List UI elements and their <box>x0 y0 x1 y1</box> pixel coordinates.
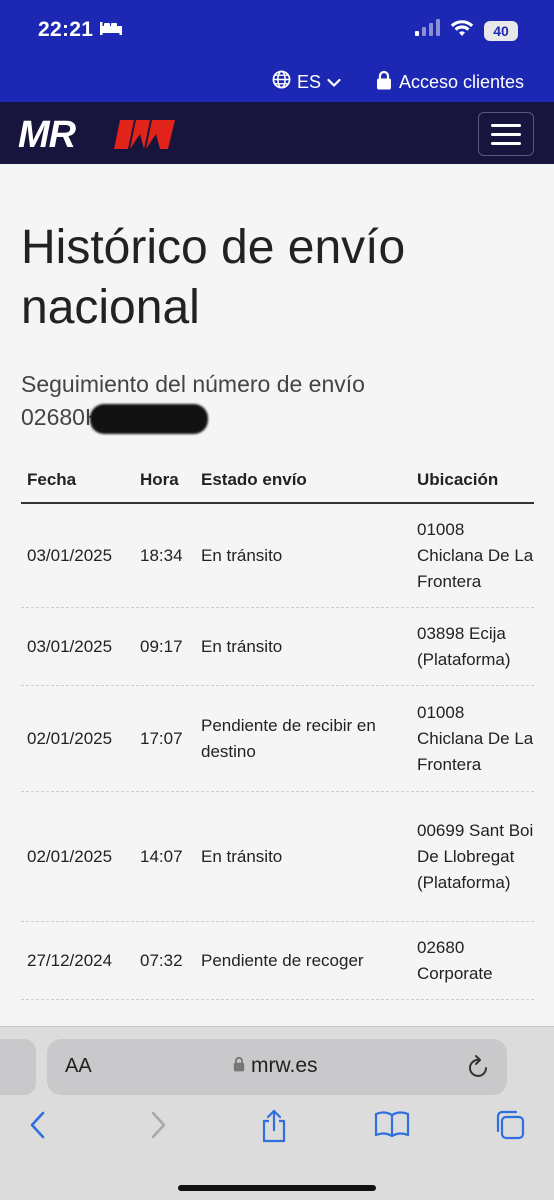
table-header: Fecha Hora Estado envío Ubicación <box>21 458 534 504</box>
header-estado: Estado envío <box>201 470 307 489</box>
cell-ubicacion: 01008 Chiclana De La Frontera <box>417 702 534 774</box>
cell-fecha: 27/12/2024 <box>27 950 113 970</box>
share-icon[interactable] <box>260 1109 288 1148</box>
cell-hora: 07:32 <box>140 950 183 970</box>
bookmarks-icon[interactable] <box>374 1109 410 1144</box>
url-text: mrw.es <box>251 1054 318 1077</box>
cell-ubicacion: 03898 Ecija (Plataforma) <box>417 623 511 669</box>
reload-icon[interactable] <box>467 1054 491 1085</box>
header-fecha: Fecha <box>27 470 77 489</box>
lock-icon <box>376 70 392 95</box>
globe-icon <box>272 70 291 94</box>
client-access-link[interactable]: Acceso clientes <box>376 70 524 95</box>
browser-toolbar <box>0 1109 554 1153</box>
cell-hora: 09:17 <box>140 636 183 656</box>
table-row: 03/01/2025 09:17 En tránsito 03898 Ecija… <box>21 608 534 686</box>
tabs-icon[interactable] <box>494 1109 526 1146</box>
header-hora: Hora <box>140 470 179 489</box>
status-time-group: 22:21 <box>38 18 123 42</box>
cell-estado: Pendiente de recoger <box>201 950 364 970</box>
hamburger-menu-icon[interactable] <box>478 112 534 156</box>
address-bar[interactable]: AA mrw.es <box>47 1039 507 1095</box>
cell-fecha: 02/01/2025 <box>27 846 113 866</box>
url-display[interactable]: mrw.es <box>233 1054 318 1078</box>
tracking-number: 02680H <box>21 401 541 434</box>
back-arrow-icon[interactable] <box>28 1109 48 1146</box>
home-indicator <box>178 1185 376 1191</box>
status-indicators: 40 <box>414 19 518 42</box>
wifi-icon <box>450 19 474 42</box>
main-nav-bar: MR <box>0 102 554 164</box>
page-title: Histórico de envío nacional <box>21 221 406 334</box>
text-size-button[interactable]: AA <box>65 1055 92 1078</box>
cell-estado: En tránsito <box>201 545 283 565</box>
lock-icon <box>233 1054 245 1078</box>
signal-icon <box>414 19 440 42</box>
table-row: 02/01/2025 17:07 Pendiente de recibir en… <box>21 686 534 792</box>
language-label: ES <box>297 71 322 92</box>
text-size-label: AA <box>65 1055 92 1077</box>
browser-chrome: AA mrw.es <box>0 1026 554 1200</box>
svg-text:MR: MR <box>18 116 77 152</box>
header-ubicacion: Ubicación <box>417 470 499 489</box>
cell-fecha: 03/01/2025 <box>27 545 113 565</box>
table-row: 27/12/2024 07:32 Pendiente de recoger 02… <box>21 922 534 1000</box>
language-selector[interactable]: ES <box>272 70 341 94</box>
cell-hora: 14:07 <box>140 846 183 866</box>
chevron-down-icon <box>327 72 341 93</box>
table-row: 02/01/2025 14:07 En tránsito 00699 Sant … <box>21 792 534 922</box>
cell-fecha: 03/01/2025 <box>27 636 113 656</box>
status-bar: 22:21 40 <box>0 0 554 62</box>
tracking-subtitle: Seguimiento del número de envío 02680H <box>21 368 541 434</box>
battery-indicator: 40 <box>484 20 518 41</box>
main-content: Histórico de envío nacional Seguimiento … <box>0 164 554 1026</box>
cell-ubicacion: 00699 Sant Boi De Llobregat (Plataforma) <box>417 820 534 892</box>
top-utility-bar: ES Acceso clientes <box>0 62 554 102</box>
cell-estado: En tránsito <box>201 636 283 656</box>
cell-hora: 18:34 <box>140 545 183 565</box>
redacted-tracking-digits <box>89 403 208 434</box>
tracking-label: Seguimiento del número de envío <box>21 371 365 397</box>
cell-estado: En tránsito <box>201 846 283 866</box>
cell-ubicacion: 02680 Corporate <box>417 937 493 983</box>
cell-ubicacion: 01008 Chiclana De La Frontera <box>417 519 534 591</box>
forward-arrow-icon[interactable] <box>148 1109 168 1146</box>
bed-icon <box>99 18 123 42</box>
cell-hora: 17:07 <box>140 728 183 748</box>
client-access-label: Acceso clientes <box>399 72 525 92</box>
previous-tab-preview[interactable] <box>0 1039 36 1095</box>
cell-fecha: 02/01/2025 <box>27 728 113 748</box>
status-time: 22:21 <box>38 18 94 41</box>
tracking-history-table: Fecha Hora Estado envío Ubicación 03/01/… <box>21 458 534 1000</box>
table-row: 03/01/2025 18:34 En tránsito 01008 Chicl… <box>21 504 534 608</box>
mrw-logo[interactable]: MR <box>18 114 178 157</box>
cell-estado: Pendiente de recibir en destino <box>201 715 376 761</box>
